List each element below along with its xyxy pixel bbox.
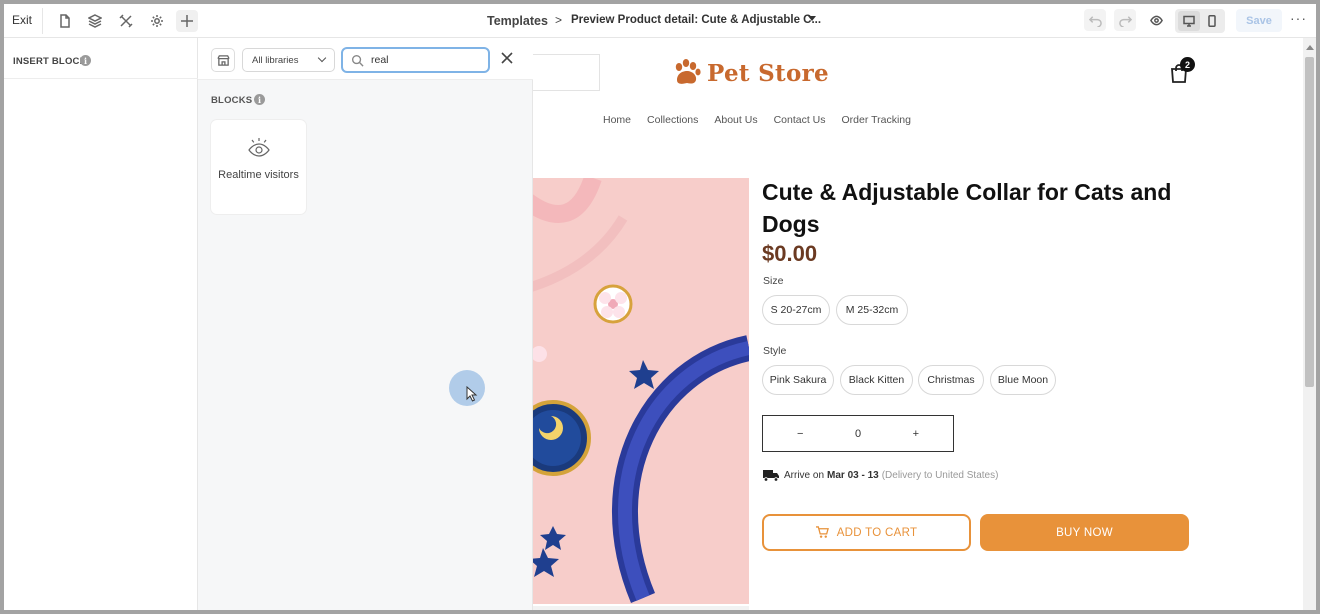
- plus-icon[interactable]: [176, 10, 198, 32]
- close-icon[interactable]: [501, 51, 517, 67]
- device-switcher: [1175, 9, 1225, 33]
- search-icon: [351, 54, 364, 67]
- more-options-button[interactable]: ···: [1290, 10, 1307, 26]
- mouse-cursor-icon: [466, 386, 478, 402]
- quantity-decrease-button[interactable]: −: [797, 428, 803, 440]
- style-label: Style: [763, 345, 787, 357]
- app-window: Exit Templates > Preview Product detail:…: [0, 0, 1320, 614]
- tools-icon[interactable]: [115, 10, 137, 32]
- top-toolbar: Exit Templates > Preview Product detail:…: [4, 4, 1316, 38]
- style-option-blue-moon[interactable]: Blue Moon: [990, 365, 1056, 395]
- redo-icon[interactable]: [1114, 9, 1136, 31]
- delivery-estimate: Arrive on Mar 03 - 13 (Delivery to Unite…: [762, 468, 998, 482]
- delivery-date: Mar 03 - 13: [827, 469, 879, 481]
- style-option-christmas[interactable]: Christmas: [918, 365, 984, 395]
- store-nav: Home Collections About Us Contact Us Ord…: [603, 114, 927, 126]
- chevron-down-icon[interactable]: [808, 16, 816, 21]
- block-search-input[interactable]: [371, 51, 483, 69]
- style-option-pink-sakura[interactable]: Pink Sakura: [762, 365, 834, 395]
- preview-eye-icon[interactable]: [1145, 9, 1167, 31]
- nav-collections[interactable]: Collections: [647, 114, 698, 126]
- insert-block-panel: INSERT BLOCK i: [4, 38, 198, 610]
- quantity-stepper: − 0 +: [762, 415, 954, 452]
- undo-icon[interactable]: [1084, 9, 1106, 31]
- store-search-field[interactable]: [533, 54, 600, 91]
- size-option-s[interactable]: S 20-27cm: [762, 295, 830, 325]
- block-card-label: Realtime visitors: [218, 169, 299, 181]
- settings-icon[interactable]: [146, 10, 168, 32]
- block-library-panel: All libraries BLOCKS i Realtime visitors: [198, 38, 533, 610]
- info-icon[interactable]: i: [80, 55, 91, 66]
- product-title: Cute & Adjustable Collar for Cats and Do…: [762, 179, 1172, 237]
- product-image[interactable]: [533, 178, 749, 604]
- panel-divider: [4, 78, 198, 79]
- scroll-up-arrow-icon[interactable]: [1306, 45, 1314, 50]
- preview-canvas: Pet Store 2 Home Collections About Us Co…: [533, 38, 1303, 610]
- store-logo[interactable]: Pet Store: [671, 57, 829, 89]
- save-button[interactable]: Save: [1236, 9, 1282, 32]
- exit-button[interactable]: Exit: [12, 13, 32, 27]
- block-search-box[interactable]: [341, 47, 490, 73]
- chevron-down-icon: [317, 53, 327, 63]
- store-name: Pet Store: [707, 59, 829, 87]
- mobile-icon[interactable]: [1201, 11, 1223, 31]
- breadcrumb-current-page[interactable]: Preview Product detail: Cute & Adjustabl…: [571, 14, 821, 26]
- scrollbar-thumb[interactable]: [1305, 57, 1314, 387]
- product-thumbnails[interactable]: [533, 606, 749, 610]
- product-price: $0.00: [762, 241, 818, 266]
- quantity-value[interactable]: 0: [855, 428, 861, 440]
- nav-home[interactable]: Home: [603, 114, 631, 126]
- insert-block-title: INSERT BLOCK: [13, 56, 87, 67]
- cart-icon: [815, 526, 829, 538]
- toolbar-divider: [42, 8, 43, 34]
- store-icon[interactable]: [211, 48, 235, 72]
- delivery-prefix: Arrive on: [784, 469, 825, 481]
- library-select[interactable]: All libraries: [242, 48, 335, 72]
- buy-now-button[interactable]: BUY NOW: [980, 514, 1189, 551]
- layers-icon[interactable]: [84, 10, 106, 32]
- size-label: Size: [763, 275, 784, 287]
- nav-order-tracking[interactable]: Order Tracking: [842, 114, 911, 126]
- size-option-m[interactable]: M 25-32cm: [836, 295, 908, 325]
- cart-count-badge: 2: [1180, 57, 1195, 72]
- breadcrumb-templates[interactable]: Templates: [487, 14, 548, 28]
- block-card-realtime-visitors[interactable]: Realtime visitors: [211, 120, 306, 214]
- add-to-cart-button[interactable]: ADD TO CART: [762, 514, 971, 551]
- breadcrumb-separator: >: [555, 13, 563, 27]
- desktop-icon[interactable]: [1178, 11, 1200, 31]
- truck-icon: [763, 470, 779, 482]
- cart-button[interactable]: 2: [1170, 57, 1195, 85]
- quantity-increase-button[interactable]: +: [913, 428, 919, 440]
- add-to-cart-label: ADD TO CART: [836, 526, 918, 539]
- preview-scrollbar[interactable]: [1303, 38, 1316, 610]
- style-option-black-kitten[interactable]: Black Kitten: [840, 365, 913, 395]
- nav-about-us[interactable]: About Us: [714, 114, 757, 126]
- flower-charm: [593, 284, 633, 324]
- info-icon[interactable]: i: [254, 94, 265, 105]
- collar-photo: [533, 178, 749, 604]
- nav-contact-us[interactable]: Contact Us: [774, 114, 826, 126]
- eye-icon: [248, 138, 270, 157]
- paw-icon: [675, 59, 701, 84]
- page-icon[interactable]: [54, 10, 76, 32]
- blocks-section-title: BLOCKS: [211, 95, 253, 106]
- library-header: All libraries: [198, 38, 533, 80]
- delivery-note: (Delivery to United States): [881, 469, 999, 481]
- library-select-value: All libraries: [252, 55, 299, 66]
